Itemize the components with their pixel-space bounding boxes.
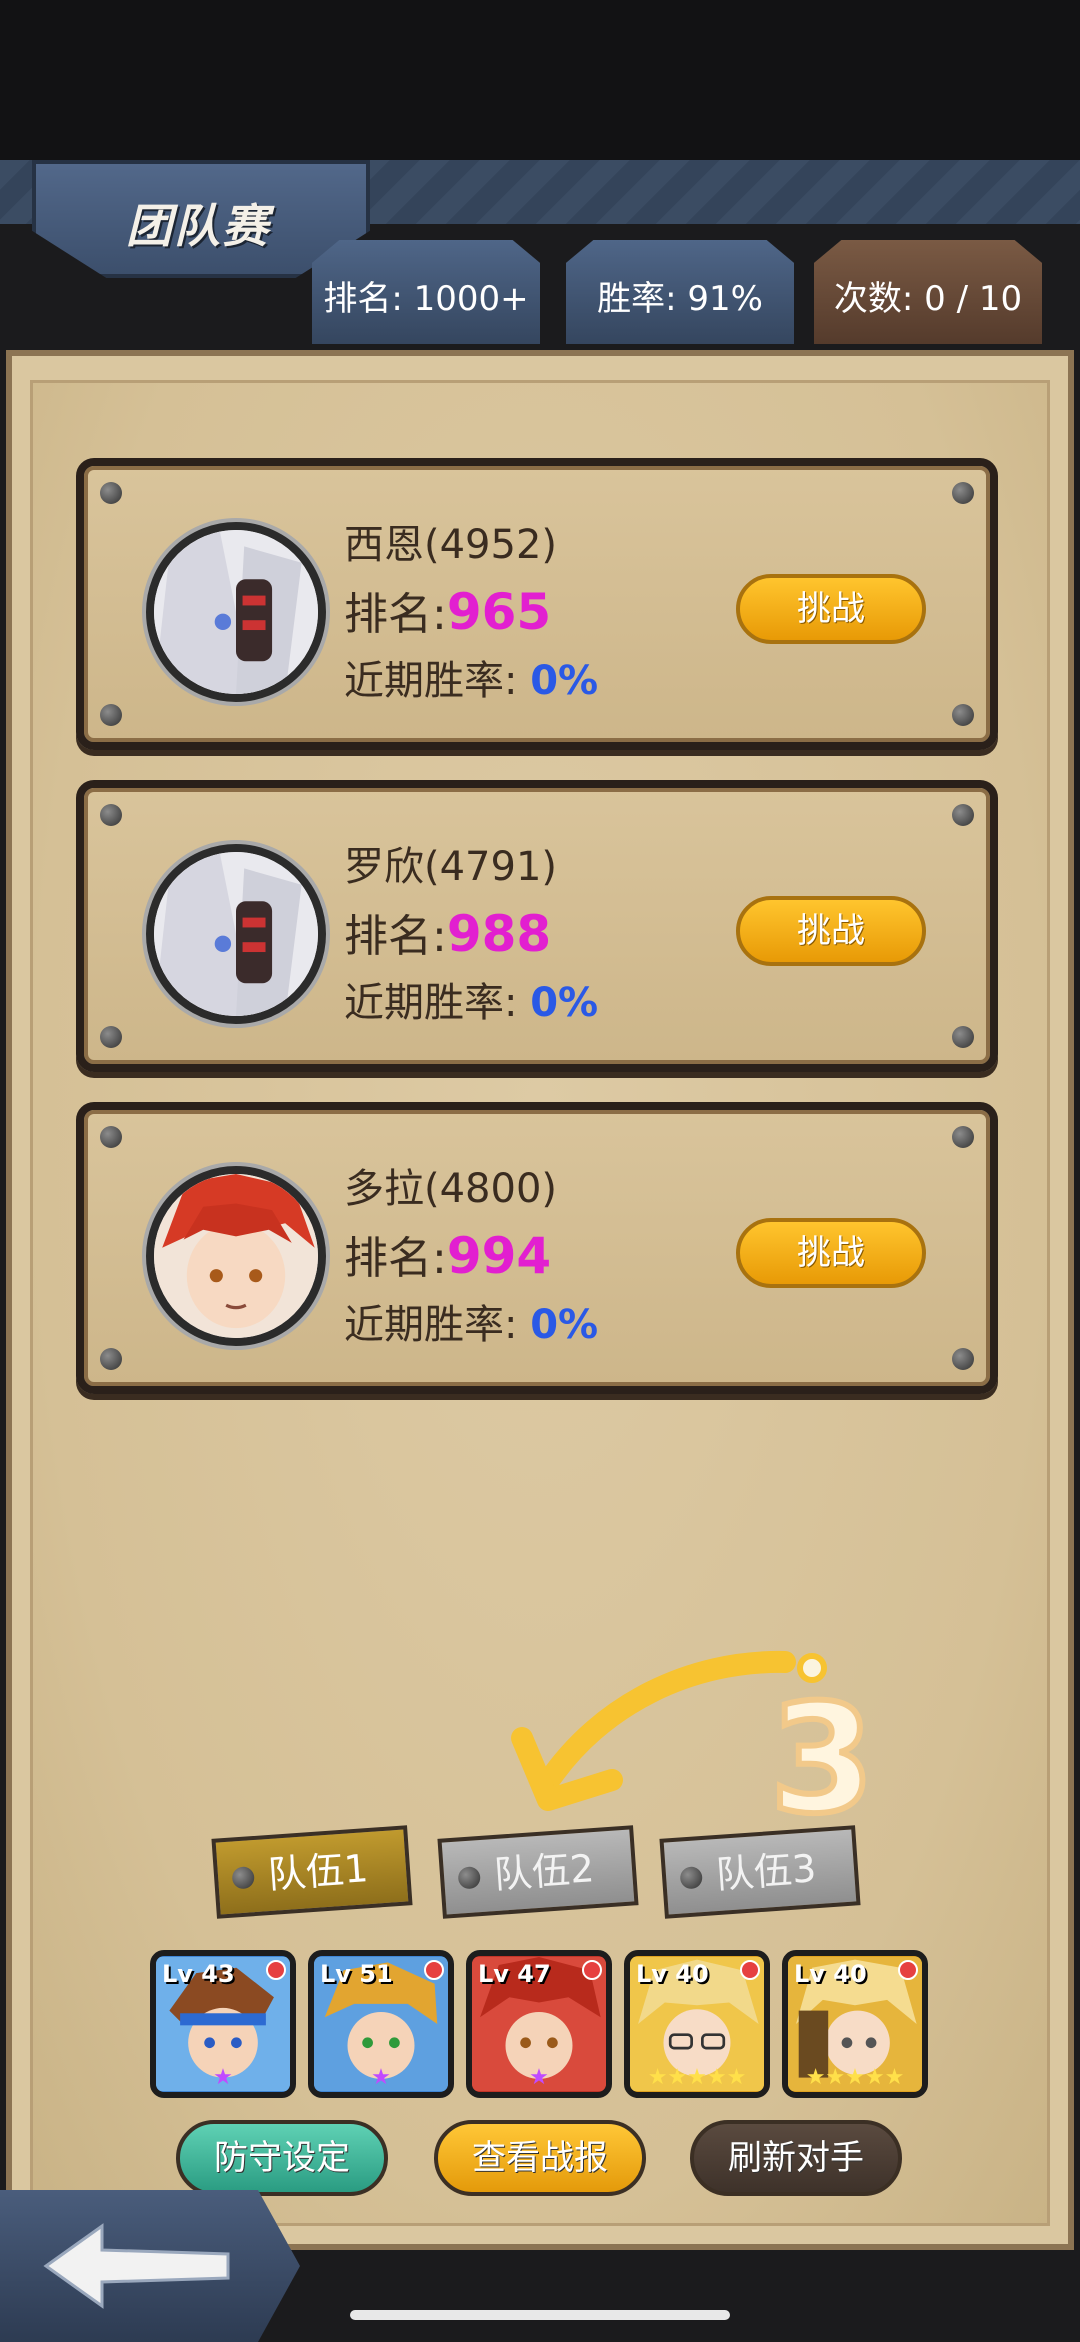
opponent-rank: 排名:988 xyxy=(344,900,551,964)
hero-level: Lv 47 xyxy=(478,1960,551,1988)
tab-team-3[interactable]: 队伍3 xyxy=(659,1825,861,1919)
opponent-win-rate: 近期胜率: 0% xyxy=(344,648,598,706)
opponent-rank: 排名:994 xyxy=(344,1222,551,1286)
rivet-icon xyxy=(952,1348,974,1370)
opponent-name: 西恩(4952) xyxy=(344,522,558,568)
tab-team-2[interactable]: 队伍2 xyxy=(437,1825,639,1919)
hero-level: Lv 40 xyxy=(794,1960,867,1988)
rank-stat-label: 排名: 1000+ xyxy=(323,279,529,319)
attempts-stat-tab: 次数: 0 / 10 xyxy=(814,240,1042,344)
defense-setup-button[interactable]: 防守设定 xyxy=(176,2120,388,2196)
hero-slot[interactable]: Lv 40 ★★★★★ xyxy=(782,1950,928,2098)
view-battle-report-button[interactable]: 查看战报 xyxy=(434,2120,646,2196)
rank-label: 排名: xyxy=(344,1233,447,1284)
win-rate-value: 0% xyxy=(530,980,599,1026)
rank-label: 排名: xyxy=(344,589,447,640)
rivet-icon xyxy=(100,1126,122,1148)
opponent-avatar[interactable] xyxy=(146,522,326,702)
win-rate-value: 0% xyxy=(530,658,599,704)
hero-level: Lv 43 xyxy=(162,1960,235,1988)
opponent-name: 多拉(4800) xyxy=(344,1166,558,1212)
hero-slot[interactable]: Lv 51 ★ xyxy=(308,1950,454,2098)
opponent-card: 多拉(4800) 排名:994 近期胜率: 0% 挑战 xyxy=(76,1102,998,1394)
challenge-button[interactable]: 挑战 xyxy=(736,1218,926,1288)
rivet-icon xyxy=(952,704,974,726)
challenge-button[interactable]: 挑战 xyxy=(736,574,926,644)
notification-dot-icon xyxy=(424,1960,444,1980)
rank-value: 965 xyxy=(446,583,552,641)
attempts-stat-label: 次数: 0 / 10 xyxy=(833,279,1023,319)
hero-slot[interactable]: Lv 47 ★ xyxy=(466,1950,612,2098)
opponent-win-rate: 近期胜率: 0% xyxy=(344,1292,598,1350)
star-rating-icon: ★ xyxy=(213,2065,233,2090)
win-rate-label: 近期胜率: xyxy=(344,1302,518,1348)
rivet-icon xyxy=(952,1126,974,1148)
star-rating-icon: ★★★★★ xyxy=(647,2065,747,2090)
challenge-button[interactable]: 挑战 xyxy=(736,896,926,966)
hero-slot[interactable]: Lv 43 ★ xyxy=(150,1950,296,2098)
bolt-icon xyxy=(457,1866,481,1890)
star-rating-icon: ★ xyxy=(371,2065,391,2090)
win-rate-value: 0% xyxy=(530,1302,599,1348)
win-rate-stat-label: 胜率: 91% xyxy=(597,279,763,319)
hero-level: Lv 51 xyxy=(320,1960,393,1988)
bolt-icon xyxy=(679,1866,703,1890)
rivet-icon xyxy=(100,804,122,826)
hero-level: Lv 40 xyxy=(636,1960,709,1988)
rank-stat-tab: 排名: 1000+ xyxy=(312,240,540,344)
hero-slot[interactable]: Lv 40 ★★★★★ xyxy=(624,1950,770,2098)
rivet-icon xyxy=(100,1348,122,1370)
opponent-rank: 排名:965 xyxy=(344,578,551,642)
opponent-avatar[interactable] xyxy=(146,1166,326,1346)
rank-value: 994 xyxy=(446,1227,552,1285)
opponent-avatar[interactable] xyxy=(146,844,326,1024)
star-rating-icon: ★ xyxy=(529,2065,549,2090)
refresh-opponents-button[interactable]: 刷新对手 xyxy=(690,2120,902,2196)
opponent-card: 罗欣(4791) 排名:988 近期胜率: 0% 挑战 xyxy=(76,780,998,1072)
top-status-area xyxy=(0,0,1080,160)
bolt-icon xyxy=(231,1866,255,1890)
star-rating-icon: ★★★★★ xyxy=(805,2065,905,2090)
rivet-icon xyxy=(100,704,122,726)
win-rate-label: 近期胜率: xyxy=(344,980,518,1026)
rivet-icon xyxy=(952,482,974,504)
win-rate-label: 近期胜率: xyxy=(344,658,518,704)
rivet-icon xyxy=(100,482,122,504)
rank-value: 988 xyxy=(446,905,552,963)
notification-dot-icon xyxy=(898,1960,918,1980)
team-3-label: 队伍3 xyxy=(714,1846,818,1898)
team-2-label: 队伍2 xyxy=(492,1846,596,1898)
back-button[interactable] xyxy=(0,2190,300,2342)
notification-dot-icon xyxy=(582,1960,602,1980)
tab-team-1[interactable]: 队伍1 xyxy=(211,1825,413,1919)
rivet-icon xyxy=(100,1026,122,1048)
back-arrow-icon xyxy=(43,2223,230,2309)
home-indicator[interactable] xyxy=(350,2310,730,2320)
notification-dot-icon xyxy=(266,1960,286,1980)
team-1-label: 队伍1 xyxy=(266,1846,370,1898)
rivet-icon xyxy=(952,1026,974,1048)
tutorial-step-number: 3 xyxy=(767,1673,877,1847)
opponent-name: 罗欣(4791) xyxy=(344,844,558,890)
rivet-icon xyxy=(952,804,974,826)
opponent-card: 西恩(4952) 排名:965 近期胜率: 0% 挑战 xyxy=(76,458,998,750)
rank-label: 排名: xyxy=(344,911,447,962)
opponent-win-rate: 近期胜率: 0% xyxy=(344,970,598,1028)
notification-dot-icon xyxy=(740,1960,760,1980)
win-rate-stat-tab: 胜率: 91% xyxy=(566,240,794,344)
page-title: 团队赛 xyxy=(126,199,270,253)
